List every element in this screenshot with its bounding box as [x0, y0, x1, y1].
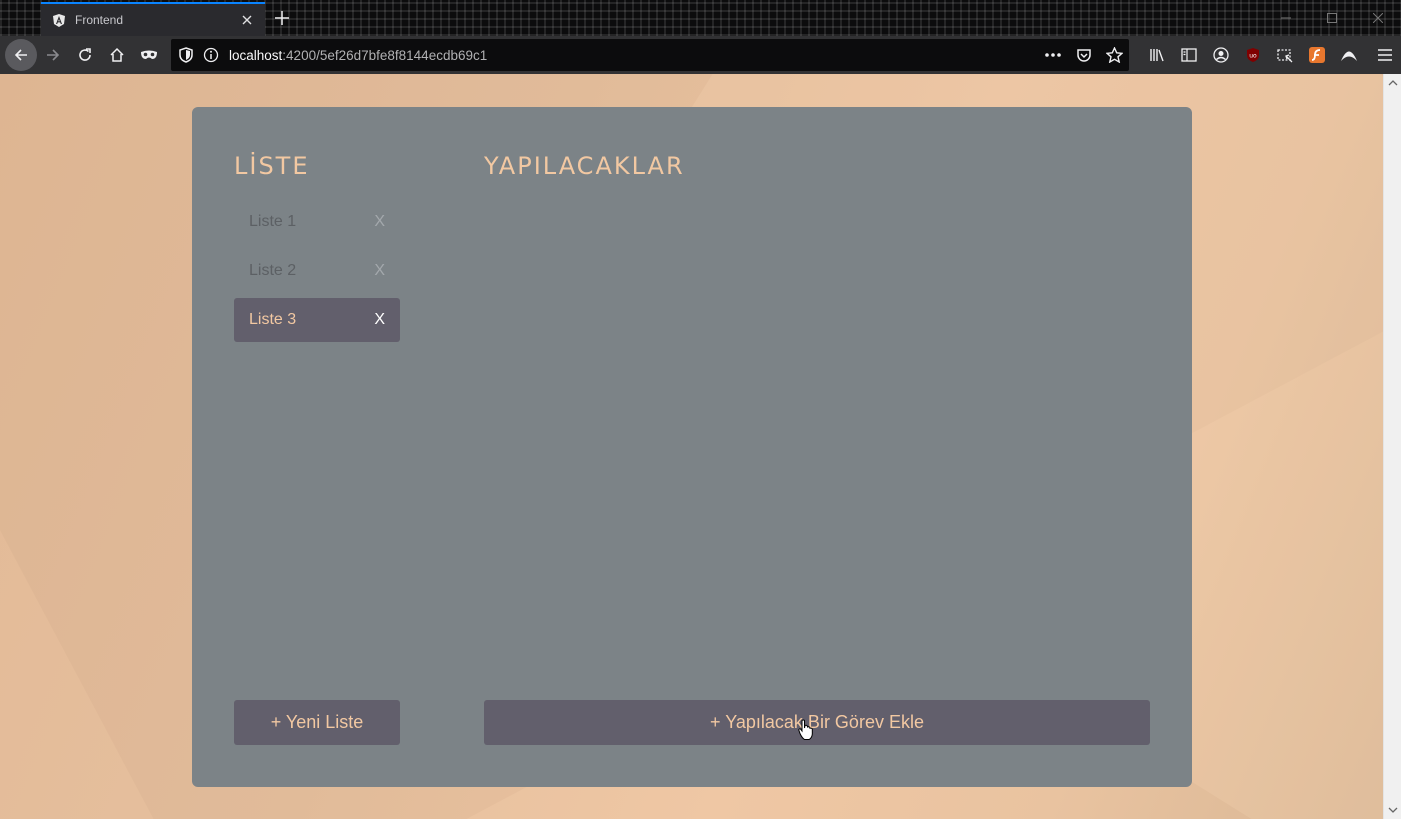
nav-bar: localhost:4200/5ef26d7bfe8f8144ecdb69c1 …: [0, 36, 1401, 74]
account-icon[interactable]: [1205, 39, 1237, 71]
list-item-label: Liste 3: [249, 311, 297, 328]
new-list-button[interactable]: + Yeni Liste: [234, 700, 400, 745]
add-task-button[interactable]: + Yapılacak Bir Görev Ekle: [484, 700, 1150, 745]
tab-title: Frontend: [75, 13, 124, 27]
tasks-heading: YAPILACAKLAR: [484, 152, 685, 180]
menu-hamburger-icon[interactable]: [1369, 39, 1401, 71]
minimize-icon[interactable]: [1263, 0, 1309, 36]
delete-list-button[interactable]: X: [374, 213, 385, 231]
tab-bar: Frontend: [0, 0, 1401, 36]
shield-icon[interactable]: [179, 47, 193, 63]
toolbar-right: uo: [1141, 39, 1401, 71]
close-tab-icon[interactable]: [239, 12, 255, 28]
sidebar-icon[interactable]: [1173, 39, 1205, 71]
library-icon[interactable]: [1141, 39, 1173, 71]
ublock-icon[interactable]: uo: [1237, 39, 1269, 71]
scroll-up-icon[interactable]: [1388, 78, 1398, 88]
url-bar[interactable]: localhost:4200/5ef26d7bfe8f8144ecdb69c1: [171, 39, 1129, 71]
delete-list-button[interactable]: X: [374, 311, 385, 329]
url-host: localhost: [229, 47, 283, 63]
task-manager-card: LİSTE YAPILACAKLAR Liste 1 X Liste 2 X L…: [192, 107, 1192, 787]
scroll-down-icon[interactable]: [1388, 805, 1398, 815]
list-item-liste-1[interactable]: Liste 1 X: [234, 200, 400, 244]
pocket-icon[interactable]: [1076, 47, 1092, 63]
list-item-liste-2[interactable]: Liste 2 X: [234, 249, 400, 293]
url-text[interactable]: localhost:4200/5ef26d7bfe8f8144ecdb69c1: [229, 48, 1044, 63]
url-path: :4200/5ef26d7bfe8f8144ecdb69c1: [282, 47, 488, 63]
list-item-liste-3[interactable]: Liste 3 X: [234, 298, 400, 342]
close-window-icon[interactable]: [1355, 0, 1401, 36]
page-actions-icon[interactable]: [1044, 52, 1062, 58]
private-mask-icon[interactable]: [133, 39, 165, 71]
svg-text:uo: uo: [1249, 53, 1257, 60]
hand-cursor-icon: [798, 719, 814, 745]
vertical-scrollbar[interactable]: [1383, 74, 1401, 819]
list-item-label: Liste 2: [249, 262, 297, 279]
maximize-icon[interactable]: [1309, 0, 1355, 36]
info-icon[interactable]: [203, 47, 219, 63]
list-item-label: Liste 1: [249, 213, 297, 230]
back-icon[interactable]: [5, 39, 37, 71]
home-icon[interactable]: [101, 39, 133, 71]
new-tab-icon[interactable]: [272, 8, 292, 28]
lists-heading: LİSTE: [234, 152, 310, 180]
reload-icon[interactable]: [69, 39, 101, 71]
delete-list-button[interactable]: X: [374, 262, 385, 280]
page-viewport: LİSTE YAPILACAKLAR Liste 1 X Liste 2 X L…: [0, 74, 1383, 819]
browser-tab[interactable]: Frontend: [41, 2, 265, 36]
flash-extension-icon[interactable]: [1301, 39, 1333, 71]
angular-logo-icon: [51, 12, 67, 28]
window-controls: [1263, 0, 1401, 36]
extension-arc-icon[interactable]: [1333, 39, 1365, 71]
bookmark-star-icon[interactable]: [1106, 47, 1123, 63]
forward-icon[interactable]: [37, 39, 69, 71]
screenshot-icon[interactable]: [1269, 39, 1301, 71]
